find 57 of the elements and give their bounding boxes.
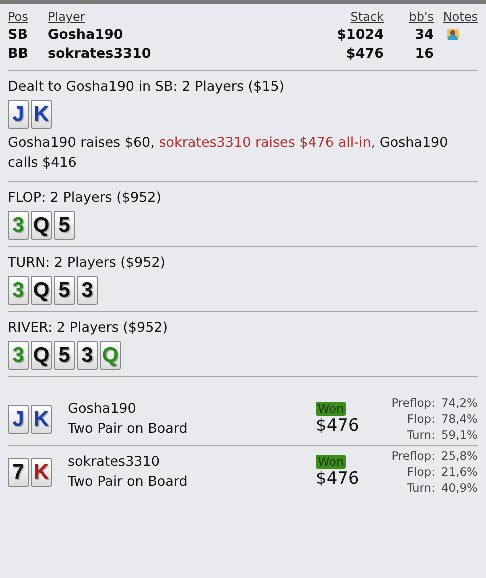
table-cell-text: $1024	[336, 27, 384, 43]
street-title: Dealt to Gosha190 in SB: 2 Players ($15)	[8, 79, 286, 95]
column-header[interactable]: bb's	[384, 10, 434, 24]
hand-description: Two Pair on Board	[68, 420, 189, 439]
street-title: FLOP: 2 Players ($952)	[8, 190, 163, 206]
playing-card: K	[31, 458, 52, 486]
playing-card: 3	[8, 211, 29, 240]
playing-card: J	[8, 404, 29, 434]
playing-card: Q	[31, 211, 52, 240]
equity-label: Preflop:	[392, 395, 436, 411]
equity-value: 78,4%	[441, 411, 478, 427]
table-cell-text: SB	[8, 27, 30, 43]
equity-label: Turn:	[406, 480, 436, 496]
action-text: Gosha190 raises $60, sokrates3310 raises $476 all-in, Gosha190 calls $416	[8, 134, 450, 173]
equity-value: 40,9%	[441, 480, 478, 496]
note-icon[interactable]	[446, 27, 460, 41]
playing-card: Q	[31, 341, 52, 370]
won-amount: $476	[316, 416, 360, 436]
table-cell-text: $476	[345, 46, 384, 62]
player-name: Gosha190	[68, 400, 138, 419]
column-header[interactable]: Player	[48, 10, 264, 24]
playing-card: 7	[8, 458, 29, 486]
table-cell-text: 16	[414, 46, 434, 62]
street-title: TURN: 2 Players ($952)	[8, 255, 167, 271]
equity-value: 25,8%	[441, 448, 478, 464]
playing-card: 3	[77, 276, 98, 305]
player-name: sokrates3310	[68, 453, 161, 472]
column-header[interactable]: Notes	[434, 10, 478, 24]
won-amount: $476	[316, 469, 360, 489]
equity-label: Turn:	[406, 427, 436, 443]
equity-label: Preflop:	[392, 448, 436, 464]
playing-card: J	[8, 100, 29, 129]
equity-value: 59,1%	[441, 427, 478, 443]
equity-value: 21,6%	[441, 464, 478, 480]
playing-card: 5	[54, 276, 75, 305]
won-badge: Won	[316, 455, 346, 469]
playing-card: K	[31, 100, 52, 129]
equity-label: Flop:	[406, 464, 436, 480]
street-title: RIVER: 2 Players ($952)	[8, 320, 170, 336]
playing-card: 5	[54, 211, 75, 240]
playing-card: Q	[31, 276, 52, 305]
playing-card: 3	[77, 341, 98, 370]
equity-value: 74,2%	[441, 395, 478, 411]
table-cell-text: Gosha190	[48, 27, 124, 43]
table-cell-text: 34	[414, 27, 434, 43]
playing-card: 3	[8, 276, 29, 305]
playing-card: 5	[54, 341, 75, 370]
playing-card: Q	[100, 341, 121, 370]
column-header[interactable]: Stack	[264, 10, 384, 24]
playing-card: K	[31, 404, 52, 434]
table-cell-text: sokrates3310	[48, 46, 152, 62]
equity-label: Flop:	[406, 411, 436, 427]
column-header[interactable]: Pos	[8, 10, 48, 24]
table-cell-text: BB	[8, 46, 30, 62]
playing-card: 3	[8, 341, 29, 370]
won-badge: Won	[316, 402, 346, 416]
hand-description: Two Pair on Board	[68, 473, 189, 492]
